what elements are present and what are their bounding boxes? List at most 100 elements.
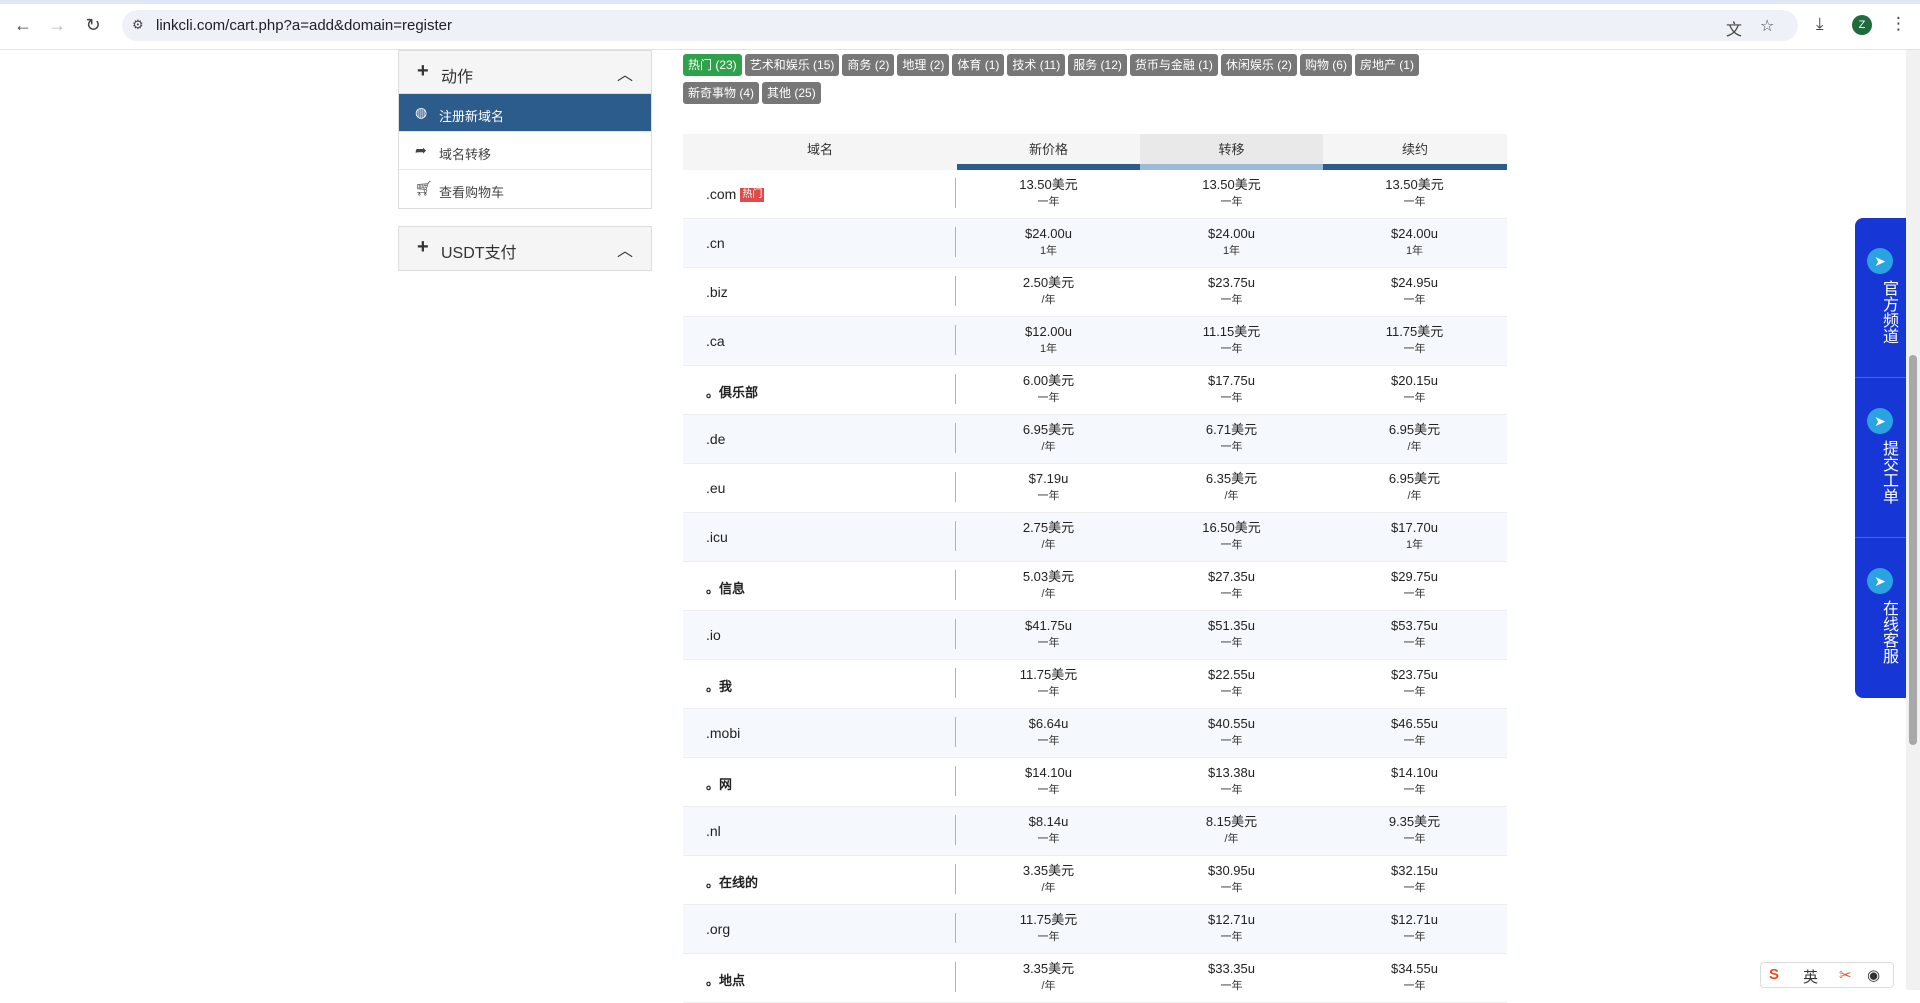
new-price-cell: $6.64u 一年 <box>957 715 1140 749</box>
price-term: /年 <box>1407 441 1422 453</box>
table-row[interactable]: .nl $8.14u 一年 8.15美元/年 9.35美元 一年 <box>683 807 1507 856</box>
table-row[interactable]: 。在线的 3.35美元/年 $30.95u 一年 $32.15u 一年 <box>683 856 1507 905</box>
usdt-panel-header[interactable]: + USDT支付 ︿ <box>399 227 651 270</box>
tld-label: .de <box>706 431 726 447</box>
category-tag-novelty[interactable]: 新奇事物 (4) <box>683 82 760 104</box>
usdt-panel: + USDT支付 ︿ <box>398 226 652 271</box>
chevron-up-icon[interactable]: ︿ <box>617 237 633 261</box>
table-row[interactable]: .ca $12.00u 1年 11.15美元 一年 11.75美元 一年 <box>683 317 1507 366</box>
new-price-cell: 6.00美元 一年 <box>957 372 1140 406</box>
header-transfer-label: 转移 <box>1218 142 1245 157</box>
forward-icon[interactable]: → <box>46 14 68 36</box>
price-value: 8.15美元 <box>1205 814 1258 829</box>
tld-label: .mobi <box>706 725 741 741</box>
header-new-price[interactable]: 新价格 <box>957 134 1140 170</box>
scrollbar-thumb[interactable] <box>1909 355 1917 745</box>
header-transfer[interactable]: 转移 <box>1140 134 1323 170</box>
category-tag-geography[interactable]: 地理 (2) <box>897 54 950 76</box>
table-row[interactable]: .de 6.95美元/年 6.71美元 一年 6.95美元/年 <box>683 415 1507 464</box>
price-value: $22.55u <box>1208 667 1255 682</box>
renew-price-cell: $53.75u 一年 <box>1323 617 1506 651</box>
online-support-button[interactable]: ➤ 在线客服 <box>1855 538 1906 698</box>
renew-price-cell: $34.55u 一年 <box>1323 960 1506 994</box>
category-tag-realestate[interactable]: 房地产 (1) <box>1354 54 1419 76</box>
site-info-icon[interactable]: ⚙ <box>132 17 148 33</box>
tld-name: .io <box>706 627 721 643</box>
official-channel-button[interactable]: ➤ 官方频道 <box>1855 218 1906 378</box>
table-row[interactable]: .biz 2.50美元/年 $23.75u 一年 $24.95u 一年 <box>683 268 1507 317</box>
price-value: $34.55u <box>1391 961 1438 976</box>
scissors-icon[interactable]: ✂ <box>1839 966 1852 984</box>
actions-panel-header[interactable]: + 动作 ︿ <box>399 51 651 94</box>
table-row[interactable]: 。网 $14.10u 一年 $13.38u 一年 $14.10u 一年 <box>683 758 1507 807</box>
translate-icon[interactable]: 文 <box>1726 16 1742 40</box>
tld-name: 。网 <box>706 774 732 793</box>
category-tag-arts[interactable]: 艺术和娱乐 (15) <box>744 54 840 76</box>
sidebar-item-view-cart[interactable]: 🛒︎ 查看购物车 <box>399 170 651 208</box>
price-value: $20.15u <box>1391 373 1438 388</box>
ime-mode-toggle[interactable]: 英 <box>1803 966 1818 987</box>
menu-kebab-icon[interactable]: ⋮ <box>1890 14 1907 34</box>
table-row[interactable]: 。俱乐部 6.00美元 一年 $17.75u 一年 $20.15u 一年 <box>683 366 1507 415</box>
reload-icon[interactable]: ↻ <box>82 14 104 36</box>
table-row[interactable]: .eu $7.19u 一年 6.35美元/年 6.95美元/年 <box>683 464 1507 513</box>
cell-divider <box>955 374 956 404</box>
price-term: 一年 <box>1403 931 1426 943</box>
table-row[interactable]: .icu 2.75美元/年 16.50美元 一年 $17.70u 1年 <box>683 513 1507 562</box>
new-price-cell: 3.35美元/年 <box>957 862 1140 896</box>
table-body: .com 热门 13.50美元 一年 13.50美元 一年 13.50美元 一年 .cn $24.… <box>683 170 1507 1003</box>
sogou-logo-icon[interactable]: S <box>1769 966 1779 983</box>
price-value: $23.75u <box>1391 667 1438 682</box>
sidebar-item-transfer-domain[interactable]: ➦ 域名转移 <box>399 132 651 170</box>
price-term: 1年 <box>1405 245 1424 257</box>
table-row[interactable]: 。信息 5.03美元/年 $27.35u 一年 $29.75u 一年 <box>683 562 1507 611</box>
header-renew-label: 续约 <box>1401 142 1428 157</box>
price-value: 6.95美元 <box>1022 422 1075 437</box>
url-text[interactable]: linkcli.com/cart.php?a=add&domain=regist… <box>156 17 452 34</box>
category-tag-other[interactable]: 其他 (25) <box>762 82 821 104</box>
category-tag-finance[interactable]: 货币与金融 (1) <box>1129 54 1218 76</box>
price-value: $13.38u <box>1208 765 1255 780</box>
category-tag-business[interactable]: 商务 (2) <box>842 54 895 76</box>
profile-avatar[interactable]: Z <box>1852 15 1872 35</box>
ime-skin-icon[interactable]: ◉ <box>1867 966 1880 984</box>
table-row[interactable]: .io $41.75u 一年 $51.35u 一年 $53.75u 一年 <box>683 611 1507 660</box>
cell-divider <box>955 962 956 992</box>
category-tag-leisure[interactable]: 休闲娱乐 (2) <box>1220 54 1297 76</box>
back-icon[interactable]: ← <box>12 14 34 36</box>
price-term: 1年 <box>1222 245 1241 257</box>
table-row[interactable]: .cn $24.00u 1年 $24.00u 1年 $24.00u 1年 <box>683 219 1507 268</box>
price-term: 一年 <box>1037 833 1060 845</box>
table-row[interactable]: .org 11.75美元 一年 $12.71u 一年 $12.71u 一年 <box>683 905 1507 954</box>
price-value: 13.50美元 <box>1019 177 1078 192</box>
sidebar-item-register-domain[interactable]: ◍ 注册新域名 <box>399 94 651 132</box>
table-row[interactable]: 。地点 3.35美元/年 $33.35u 一年 $34.55u 一年 <box>683 954 1507 1003</box>
price-value: 3.35美元 <box>1022 863 1075 878</box>
price-term: /年 <box>1407 490 1422 502</box>
header-domain: 域名 <box>806 142 833 157</box>
page-scrollbar[interactable] <box>1906 50 1920 990</box>
bookmark-star-icon[interactable]: ☆ <box>1760 16 1774 36</box>
tld-label: .eu <box>706 480 726 496</box>
transfer-price-cell: $13.38u 一年 <box>1140 764 1323 798</box>
table-row[interactable]: .mobi $6.64u 一年 $40.55u 一年 $46.55u 一年 <box>683 709 1507 758</box>
price-value: $12.71u <box>1391 912 1438 927</box>
category-tag-services[interactable]: 服务 (12) <box>1068 54 1127 76</box>
category-tag-hot[interactable]: 热门 (23) <box>683 54 742 76</box>
cell-divider <box>955 227 956 257</box>
download-icon[interactable]: ⤓ <box>1816 14 1824 34</box>
price-term: 一年 <box>1220 343 1243 355</box>
address-bar[interactable]: ⚙ linkcli.com/cart.php?a=add&domain=regi… <box>122 10 1798 41</box>
renew-price-cell: $17.70u 1年 <box>1323 519 1506 553</box>
category-tag-shopping[interactable]: 购物 (6) <box>1299 54 1352 76</box>
submit-ticket-button[interactable]: ➤ 提交工单 <box>1855 378 1906 538</box>
table-row[interactable]: 。我 11.75美元 一年 $22.55u 一年 $23.75u 一年 <box>683 660 1507 709</box>
chevron-up-icon[interactable]: ︿ <box>617 61 633 85</box>
cell-divider <box>955 276 956 306</box>
table-row[interactable]: .com 热门 13.50美元 一年 13.50美元 一年 13.50美元 一年 <box>683 170 1507 219</box>
category-tags: 热门 (23) 艺术和娱乐 (15) 商务 (2) 地理 (2) 体育 (1) 技术 (1… <box>683 54 1483 110</box>
category-tag-tech[interactable]: 技术 (11) <box>1007 54 1066 76</box>
price-value: 2.50美元 <box>1022 275 1075 290</box>
category-tag-sports[interactable]: 体育 (1) <box>952 54 1005 76</box>
header-renew[interactable]: 续约 <box>1323 134 1507 170</box>
